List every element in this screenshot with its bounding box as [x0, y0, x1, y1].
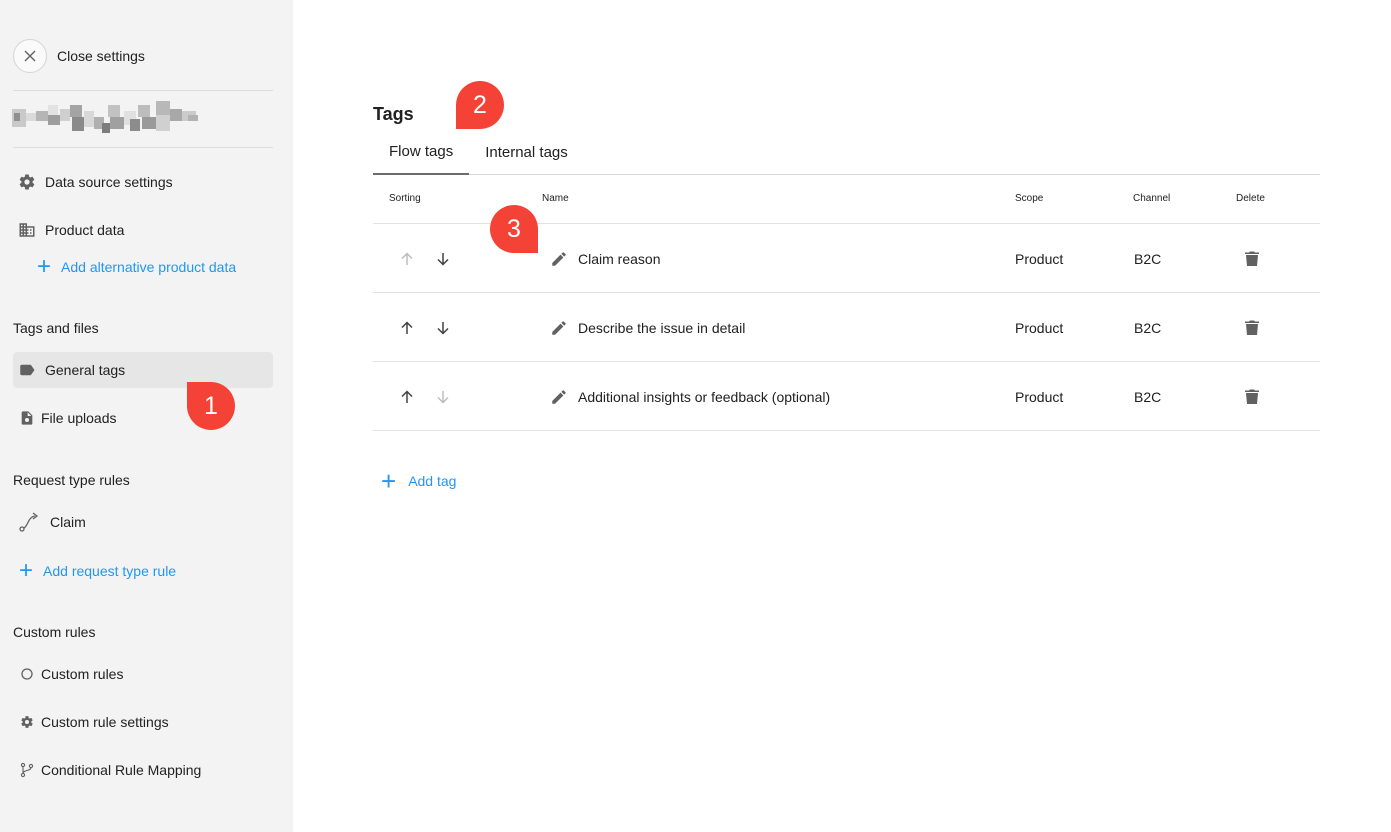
tag-channel: B2C	[1134, 388, 1162, 405]
sidebar-item-label: Data source settings	[45, 174, 173, 190]
section-title-request-type-rules: Request type rules	[13, 472, 130, 488]
sorting-controls	[395, 224, 455, 293]
tag-name-cell: Describe the issue in detail	[550, 293, 745, 362]
arrow-up-icon[interactable]	[395, 247, 419, 271]
arrow-down-icon[interactable]	[431, 247, 455, 271]
tag-name: Claim reason	[578, 250, 661, 267]
page-title: Tags	[373, 104, 414, 124]
tab-internal-tags[interactable]: Internal tags	[469, 130, 584, 174]
arrow-down-icon[interactable]	[431, 385, 455, 409]
gear-icon	[17, 712, 37, 732]
sidebar-item-label: Custom rules	[41, 666, 124, 682]
callout-number: 3	[507, 214, 521, 243]
sidebar-item-label: General tags	[45, 362, 126, 378]
sidebar-item-product-data[interactable]: Product data	[13, 212, 273, 248]
settings-sidebar: Close settings Data source settings Prod…	[0, 0, 293, 832]
column-header-delete: Delete	[1236, 193, 1265, 204]
column-header-scope: Scope	[1015, 193, 1044, 204]
tag-scope: Product	[1015, 388, 1064, 405]
gear-icon	[17, 172, 37, 192]
sidebar-item-label: Conditional Rule Mapping	[41, 762, 202, 778]
file-upload-icon	[17, 408, 37, 428]
arrow-down-icon[interactable]	[431, 316, 455, 340]
sidebar-item-data-source-settings[interactable]: Data source settings	[13, 164, 273, 200]
tag-channel: B2C	[1134, 319, 1162, 336]
add-request-type-rule-label: Add request type rule	[43, 563, 177, 579]
sidebar-item-claim[interactable]: Claim	[13, 504, 273, 540]
divider	[13, 90, 273, 91]
section-title-custom-rules: Custom rules	[13, 624, 96, 640]
pencil-icon[interactable]	[550, 319, 568, 337]
section-title-tags-and-files: Tags and files	[13, 320, 99, 336]
sidebar-item-label: File uploads	[41, 410, 117, 426]
tag-name: Additional insights or feedback (optiona…	[578, 388, 831, 405]
pencil-icon[interactable]	[550, 250, 568, 268]
route-icon	[18, 512, 40, 532]
tag-channel: B2C	[1134, 250, 1162, 267]
callout-marker-2: 2	[456, 81, 504, 129]
add-tag-button[interactable]: + Add tag	[381, 466, 457, 496]
plus-icon: +	[37, 253, 52, 280]
callout-number: 2	[473, 90, 487, 119]
add-alternative-product-data-link[interactable]: + Add alternative product data	[37, 253, 237, 280]
add-tag-label: Add tag	[408, 473, 457, 489]
table-row: Additional insights or feedback (optiona…	[373, 362, 1320, 431]
column-header-sorting: Sorting	[389, 193, 421, 204]
close-icon[interactable]	[13, 39, 47, 73]
sorting-controls	[395, 362, 455, 431]
sidebar-item-custom-rules[interactable]: Custom rules	[13, 656, 273, 692]
tab-flow-tags[interactable]: Flow tags	[373, 130, 470, 175]
column-header-channel: Channel	[1133, 193, 1171, 204]
label-icon	[17, 360, 37, 380]
building-icon	[17, 220, 37, 240]
sidebar-item-custom-rule-settings[interactable]: Custom rule settings	[13, 704, 273, 740]
tag-scope: Product	[1015, 250, 1064, 267]
circle-icon	[17, 664, 37, 684]
tag-name: Describe the issue in detail	[578, 319, 746, 336]
add-alternative-product-data-label: Add alternative product data	[61, 259, 237, 275]
tag-name-cell: Additional insights or feedback (optiona…	[550, 362, 830, 431]
delete-icon[interactable]	[1245, 293, 1259, 362]
delete-icon[interactable]	[1245, 224, 1259, 293]
tag-tabs: Flow tags Internal tags	[373, 130, 1320, 175]
plus-icon: +	[381, 466, 397, 496]
sorting-controls	[395, 293, 455, 362]
tag-scope: Product	[1015, 319, 1064, 336]
close-settings-button[interactable]: Close settings	[13, 39, 145, 73]
sidebar-item-conditional-rule-mapping[interactable]: Conditional Rule Mapping	[13, 752, 273, 788]
tag-name-cell: Claim reason	[550, 224, 660, 293]
sidebar-item-label: Product data	[45, 222, 125, 238]
pencil-icon[interactable]	[550, 388, 568, 406]
arrow-up-icon[interactable]	[395, 385, 419, 409]
sidebar-item-label: Custom rule settings	[41, 714, 169, 730]
callout-marker-3: 3	[490, 205, 538, 253]
add-request-type-rule-link[interactable]: + Add request type rule	[19, 557, 177, 584]
column-header-name: Name	[542, 193, 569, 204]
branch-icon	[17, 760, 37, 780]
close-settings-label: Close settings	[57, 48, 145, 64]
callout-number: 1	[204, 391, 218, 420]
sidebar-item-label: Claim	[50, 514, 86, 530]
table-row: Describe the issue in detail Product B2C	[373, 293, 1320, 362]
divider	[13, 147, 273, 148]
arrow-up-icon[interactable]	[395, 316, 419, 340]
callout-marker-1: 1	[187, 382, 235, 430]
redacted-account-logo	[12, 101, 198, 133]
plus-icon: +	[19, 557, 34, 584]
delete-icon[interactable]	[1245, 362, 1259, 431]
